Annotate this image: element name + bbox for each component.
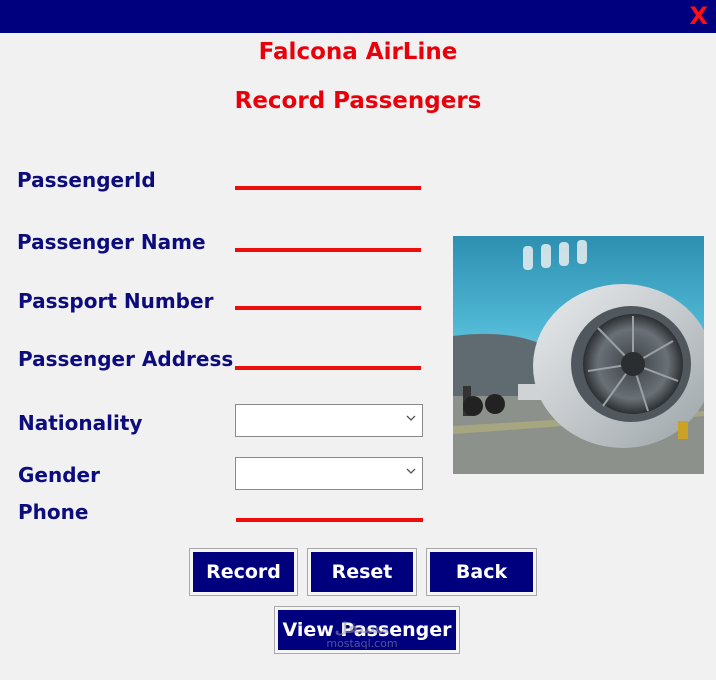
- passenger-address-field[interactable]: [235, 366, 421, 370]
- phone-field[interactable]: [236, 518, 423, 522]
- nationality-select[interactable]: [235, 404, 423, 437]
- passenger-id-field[interactable]: [235, 186, 421, 190]
- passenger-name-label: Passenger Name: [17, 230, 206, 254]
- passport-number-label: Passport Number: [18, 289, 214, 313]
- watermark: مستقل mostaql.com: [312, 620, 412, 652]
- app-title: Falcona AirLine: [258, 39, 458, 65]
- back-button[interactable]: Back: [426, 548, 537, 596]
- watermark-text: مستقل: [334, 619, 390, 637]
- title-bar: X: [0, 0, 716, 33]
- close-button[interactable]: X: [689, 2, 708, 30]
- passenger-address-label: Passenger Address: [18, 347, 234, 371]
- phone-label: Phone: [18, 500, 89, 524]
- gender-label: Gender: [18, 463, 100, 487]
- watermark-subtext: mostaql.com: [326, 637, 398, 650]
- airplane-engine-image: [453, 236, 704, 474]
- passenger-name-field[interactable]: [235, 248, 421, 252]
- passenger-id-label: PassengerId: [17, 168, 156, 192]
- gender-select[interactable]: [235, 457, 423, 490]
- nationality-label: Nationality: [18, 411, 143, 435]
- reset-button[interactable]: Reset: [307, 548, 417, 596]
- chevron-down-icon: [406, 415, 416, 421]
- form-title: Record Passengers: [234, 88, 482, 114]
- passport-number-field[interactable]: [235, 306, 421, 310]
- record-button[interactable]: Record: [189, 548, 298, 596]
- chevron-down-icon: [406, 468, 416, 474]
